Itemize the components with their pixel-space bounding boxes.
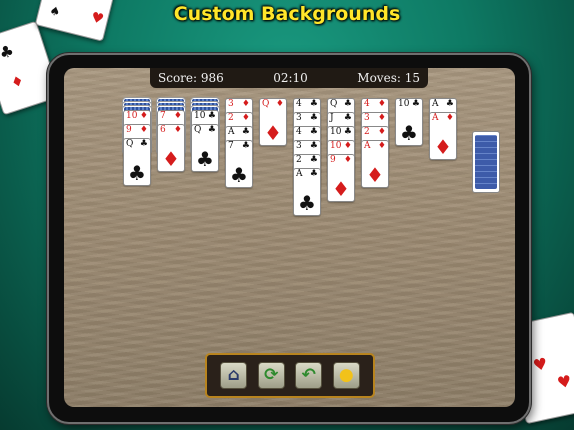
card-rank: A bbox=[296, 169, 303, 179]
playing-card[interactable]: Q ♦ ♦ bbox=[259, 98, 287, 146]
card-rank: 10 bbox=[330, 127, 342, 137]
card-center-suit-icon: ♦ bbox=[434, 135, 452, 159]
card-suit-icon: ♦ bbox=[343, 155, 352, 165]
card-center-suit-icon: ♦ bbox=[332, 177, 350, 201]
card-suit-icon: ♦ bbox=[139, 125, 148, 135]
card-center-suit-icon: ♦ bbox=[162, 147, 180, 171]
card-suit-icon: ♣ bbox=[343, 99, 352, 109]
card-rank: A bbox=[228, 127, 235, 137]
card-suit-icon: ♣ bbox=[139, 139, 148, 149]
card-rank: 10 bbox=[194, 111, 206, 121]
card-suit-icon: ♣ bbox=[241, 127, 250, 137]
card-rank: 4 bbox=[296, 99, 302, 109]
card-suit-icon: ♣ bbox=[445, 99, 454, 109]
hint-button[interactable]: ● bbox=[332, 362, 360, 389]
card-suit-icon: ♣ bbox=[343, 127, 352, 137]
card-center-suit-icon: ♣ bbox=[230, 163, 248, 187]
undo-arrow-icon: ↶ bbox=[301, 365, 316, 385]
playing-card[interactable]: A ♣ ♣ bbox=[293, 168, 321, 216]
card-rank: Q bbox=[194, 125, 202, 135]
card-suit-icon: ♦ bbox=[377, 141, 386, 151]
card-suit-icon: ♣ bbox=[309, 127, 318, 137]
card-suit-icon: ♦ bbox=[275, 99, 284, 109]
card-center-suit-icon: ♦ bbox=[366, 163, 384, 187]
home-icon: ⌂ bbox=[227, 365, 240, 385]
card-rank: 6 bbox=[160, 125, 166, 135]
card-rank: A bbox=[364, 141, 371, 151]
card-back-pattern bbox=[475, 135, 497, 189]
new-game-button[interactable]: ⟳ bbox=[257, 362, 285, 389]
playing-card[interactable]: 6 ♦ ♦ bbox=[157, 124, 185, 172]
card-suit-icon: ♣ bbox=[207, 111, 216, 121]
card-suit-icon: ♣ bbox=[241, 141, 250, 151]
undo-button[interactable]: ↶ bbox=[295, 362, 323, 389]
stock-pile[interactable] bbox=[472, 131, 500, 193]
card-rank: 3 bbox=[228, 99, 234, 109]
playing-card[interactable]: Q ♣ ♣ bbox=[123, 138, 151, 186]
card-suit-icon: ♦ bbox=[377, 113, 386, 123]
game-screen: Score: 986 02:10 Moves: 15 10 ♦ 9 ♦ Q ♣ ♣ 7 ♦ 6 ♦ ♦… bbox=[64, 68, 515, 407]
card-suit-icon: ♦ bbox=[377, 127, 386, 137]
card-rank: J bbox=[330, 113, 334, 123]
card-rank: Q bbox=[126, 139, 134, 149]
card-suit-icon: ♣ bbox=[309, 141, 318, 151]
card-suit-icon: ♦ bbox=[377, 99, 386, 109]
card-suit-icon: ♣ bbox=[411, 99, 420, 109]
playing-card[interactable]: A ♦ ♦ bbox=[429, 112, 457, 160]
card-rank: A bbox=[432, 99, 439, 109]
card-rank: 9 bbox=[330, 155, 336, 165]
card-rank: 2 bbox=[228, 113, 234, 123]
card-suit-icon: ♣ bbox=[309, 99, 318, 109]
card-rank: 3 bbox=[296, 113, 302, 123]
playing-card[interactable]: A ♦ ♦ bbox=[361, 140, 389, 188]
playing-card[interactable]: 10 ♣ ♣ bbox=[395, 98, 423, 146]
lightbulb-icon: ● bbox=[338, 365, 354, 385]
moves-display: Moves: 15 bbox=[357, 71, 420, 85]
card-suit-icon: ♦ bbox=[241, 113, 250, 123]
card-rank: 7 bbox=[228, 141, 234, 151]
card-rank: 4 bbox=[296, 127, 302, 137]
card-suit-icon: ♦ bbox=[445, 113, 454, 123]
card-center-suit-icon: ♣ bbox=[128, 161, 146, 185]
card-rank: Q bbox=[330, 99, 338, 109]
card-rank: 2 bbox=[296, 155, 302, 165]
card-center-suit-icon: ♣ bbox=[196, 147, 214, 171]
card-suit-icon: ♦ bbox=[343, 141, 352, 151]
card-rank: 4 bbox=[364, 99, 370, 109]
toolbar: ⌂ ⟳ ↶ ● bbox=[205, 353, 375, 398]
playing-card[interactable]: 7 ♣ ♣ bbox=[225, 140, 253, 188]
playing-card[interactable]: Q ♣ ♣ bbox=[191, 124, 219, 172]
card-suit-icon: ♣ bbox=[309, 169, 318, 179]
home-button[interactable]: ⌂ bbox=[220, 362, 248, 389]
card-suit-icon: ♣ bbox=[207, 125, 216, 135]
card-rank: 7 bbox=[160, 111, 166, 121]
card-rank: 10 bbox=[330, 141, 342, 151]
card-suit-icon: ♣ bbox=[343, 113, 352, 123]
card-rank: A bbox=[432, 113, 439, 123]
card-rank: 10 bbox=[398, 99, 410, 109]
playing-card[interactable]: 9 ♦ ♦ bbox=[327, 154, 355, 202]
timer-display: 02:10 bbox=[273, 71, 308, 85]
card-suit-icon: ♦ bbox=[139, 111, 148, 121]
score-display: Score: 986 bbox=[158, 71, 224, 85]
card-rank: 10 bbox=[126, 111, 138, 121]
card-suit-icon: ♣ bbox=[309, 113, 318, 123]
card-center-suit-icon: ♦ bbox=[264, 121, 282, 145]
card-suit-icon: ♦ bbox=[173, 125, 182, 135]
card-rank: 9 bbox=[126, 125, 132, 135]
card-rank: 3 bbox=[296, 141, 302, 151]
card-rank: 3 bbox=[364, 113, 370, 123]
card-suit-icon: ♦ bbox=[241, 99, 250, 109]
card-suit-icon: ♣ bbox=[309, 155, 318, 165]
status-bar: Score: 986 02:10 Moves: 15 bbox=[150, 68, 428, 88]
card-rank: Q bbox=[262, 99, 270, 109]
card-center-suit-icon: ♣ bbox=[298, 191, 316, 215]
card-center-suit-icon: ♣ bbox=[400, 121, 418, 145]
refresh-icon: ⟳ bbox=[264, 365, 279, 385]
card-rank: 2 bbox=[364, 127, 370, 137]
banner-title: Custom Backgrounds bbox=[173, 3, 401, 25]
card-suit-icon: ♦ bbox=[173, 111, 182, 121]
